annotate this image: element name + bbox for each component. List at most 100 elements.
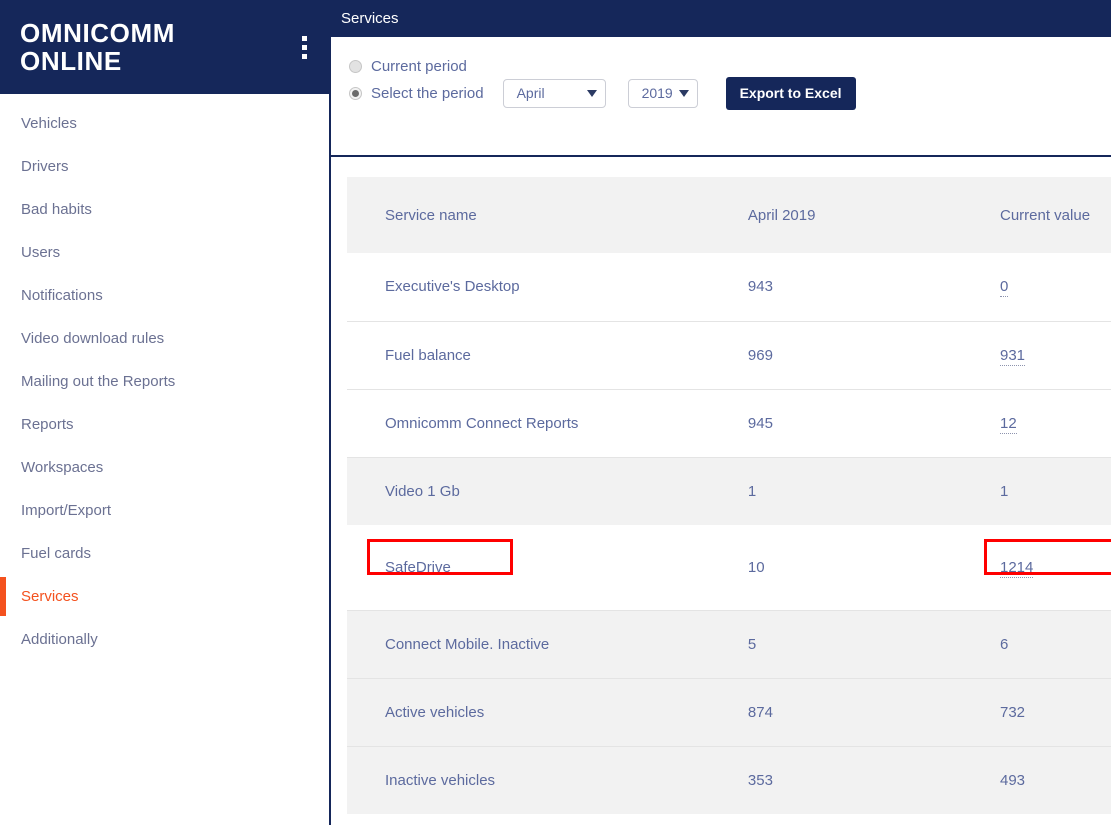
cell-period-value: 945: [709, 388, 962, 457]
column-header-period-value: April 2019: [709, 177, 962, 253]
cell-service-name: Inactive vehicles: [347, 745, 710, 814]
chevron-down-icon: [586, 89, 597, 97]
period-value-text: 10: [747, 558, 765, 576]
sidebar-item-label: Additionally: [21, 631, 98, 648]
current-value-text[interactable]: 1214: [1000, 558, 1034, 578]
table-row: Fuel balance 969 931: [347, 320, 1111, 389]
sidebar-item-label: Video download rules: [21, 330, 165, 347]
cell-service-name: Executive's Desktop: [347, 253, 710, 321]
brand-header: OMNICOMM ONLINE: [0, 0, 329, 94]
service-name-text: Inactive vehicles: [385, 771, 496, 789]
app-root: OMNICOMM ONLINE Vehicles Drivers Bad habit…: [0, 0, 1111, 825]
sidebar-item-label: Mailing out the Reports: [21, 373, 176, 390]
column-header-current-value: Current value: [962, 177, 1111, 253]
cell-current-value: 1214: [962, 525, 1111, 610]
sidebar-item-vehicles[interactable]: Vehicles: [0, 102, 329, 145]
table-row: Active vehicles 874 732: [347, 677, 1111, 746]
sidebar-item-bad-habits[interactable]: Bad habits: [0, 188, 329, 231]
table-row: Video 1 Gb 1 1: [347, 456, 1111, 525]
sidebar-item-label: Services: [21, 588, 79, 605]
sidebar-item-fuel-cards[interactable]: Fuel cards: [0, 532, 329, 575]
current-value-text: 6: [1000, 635, 1009, 653]
kebab-menu-icon[interactable]: [296, 32, 313, 63]
cell-current-value: 493: [962, 745, 1111, 814]
period-value-text: 1: [747, 482, 757, 500]
service-name-text: SafeDrive: [385, 558, 451, 576]
chevron-down-icon: [678, 89, 689, 97]
sidebar-item-label: Bad habits: [21, 201, 92, 218]
cell-period-value: 943: [709, 253, 962, 321]
sidebar-item-label: Drivers: [21, 158, 69, 175]
current-period-label[interactable]: Current period: [371, 58, 467, 75]
cell-period-value: 969: [709, 320, 962, 389]
sidebar-nav: Vehicles Drivers Bad habits Users Notificati…: [0, 94, 329, 661]
sidebar-item-reports[interactable]: Reports: [0, 403, 329, 446]
filter-bar: Current period Select the period April 2…: [331, 37, 1111, 157]
sidebar-item-additionally[interactable]: Additionally: [0, 618, 329, 661]
cell-service-name: Video 1 Gb: [347, 456, 710, 525]
table-row: SafeDrive 10 1214: [347, 525, 1111, 610]
service-name-text: Connect Mobile. Inactive: [385, 635, 550, 653]
cell-service-name: Connect Mobile. Inactive: [347, 609, 710, 678]
table-header-row: Service name April 2019 Current value: [347, 177, 1111, 253]
export-to-excel-button[interactable]: Export to Excel: [725, 76, 856, 110]
kebab-dot: [302, 44, 307, 50]
sidebar-item-label: Fuel cards: [21, 545, 92, 562]
select-period-row: Select the period April 2019 Export to E…: [349, 76, 1111, 110]
sidebar-item-drivers[interactable]: Drivers: [0, 145, 329, 188]
services-table: Service name April 2019 Current value Ex…: [347, 177, 1111, 814]
year-select-value: 2019: [641, 85, 673, 101]
column-header-service-name: Service name: [347, 177, 710, 253]
service-name-text: Video 1 Gb: [385, 482, 460, 500]
current-value-text[interactable]: 12: [1000, 414, 1017, 434]
sidebar-item-label: Users: [21, 244, 61, 261]
cell-current-value: 6: [962, 609, 1111, 678]
table-row: Connect Mobile. Inactive 5 6: [347, 609, 1111, 678]
table-row: Executive's Desktop 943 0: [347, 253, 1111, 321]
select-period-label[interactable]: Select the period: [371, 85, 484, 102]
cell-current-value: 931: [962, 320, 1111, 389]
table-body: Executive's Desktop 943 0 Fuel balance 969 93…: [347, 253, 1111, 814]
period-controls: April 2019 Export to Excel: [502, 76, 856, 110]
sidebar-item-services[interactable]: Services: [0, 575, 329, 618]
period-value-text: 943: [747, 278, 773, 296]
cell-period-value: 1: [709, 456, 962, 525]
cell-service-name: SafeDrive: [347, 525, 710, 610]
sidebar-item-label: Notifications: [21, 287, 103, 304]
sidebar-item-notifications[interactable]: Notifications: [0, 274, 329, 317]
month-select-value: April: [516, 85, 545, 101]
services-table-container: Service name April 2019 Current value Ex…: [331, 157, 1111, 825]
service-name-text: Fuel balance: [385, 346, 471, 364]
kebab-dot: [302, 53, 307, 59]
cell-current-value: 732: [962, 677, 1111, 746]
current-period-row: Current period: [349, 54, 1111, 78]
current-value-text: 493: [1000, 771, 1026, 789]
sidebar-item-mailing-out-the-reports[interactable]: Mailing out the Reports: [0, 360, 329, 403]
cell-period-value: 353: [709, 745, 962, 814]
cell-service-name: Fuel balance: [347, 320, 710, 389]
page-topbar: Services: [331, 0, 1111, 37]
current-period-radio[interactable]: [349, 59, 362, 73]
select-period-radio[interactable]: [349, 86, 362, 100]
sidebar: OMNICOMM ONLINE Vehicles Drivers Bad habit…: [0, 0, 331, 825]
sidebar-item-import-export[interactable]: Import/Export: [0, 489, 329, 532]
current-value-text[interactable]: 931: [1000, 346, 1026, 366]
service-name-text: Omnicomm Connect Reports: [385, 414, 579, 432]
period-value-text: 945: [747, 414, 773, 432]
month-select[interactable]: April: [502, 78, 606, 108]
current-value-text: 732: [1000, 703, 1026, 721]
service-name-text: Active vehicles: [385, 703, 485, 721]
year-select[interactable]: 2019: [627, 78, 698, 108]
service-name-text: Executive's Desktop: [385, 278, 520, 296]
current-value-text[interactable]: 0: [1000, 278, 1009, 298]
cell-current-value: 12: [962, 388, 1111, 457]
table-header: Service name April 2019 Current value: [347, 177, 1111, 253]
sidebar-item-video-download-rules[interactable]: Video download rules: [0, 317, 329, 360]
sidebar-item-workspaces[interactable]: Workspaces: [0, 446, 329, 489]
sidebar-item-users[interactable]: Users: [0, 231, 329, 274]
cell-service-name: Active vehicles: [347, 677, 710, 746]
table-row: Omnicomm Connect Reports 945 12: [347, 388, 1111, 457]
sidebar-item-label: Import/Export: [21, 502, 112, 519]
kebab-dot: [302, 35, 307, 41]
table-row: Inactive vehicles 353 493: [347, 745, 1111, 814]
